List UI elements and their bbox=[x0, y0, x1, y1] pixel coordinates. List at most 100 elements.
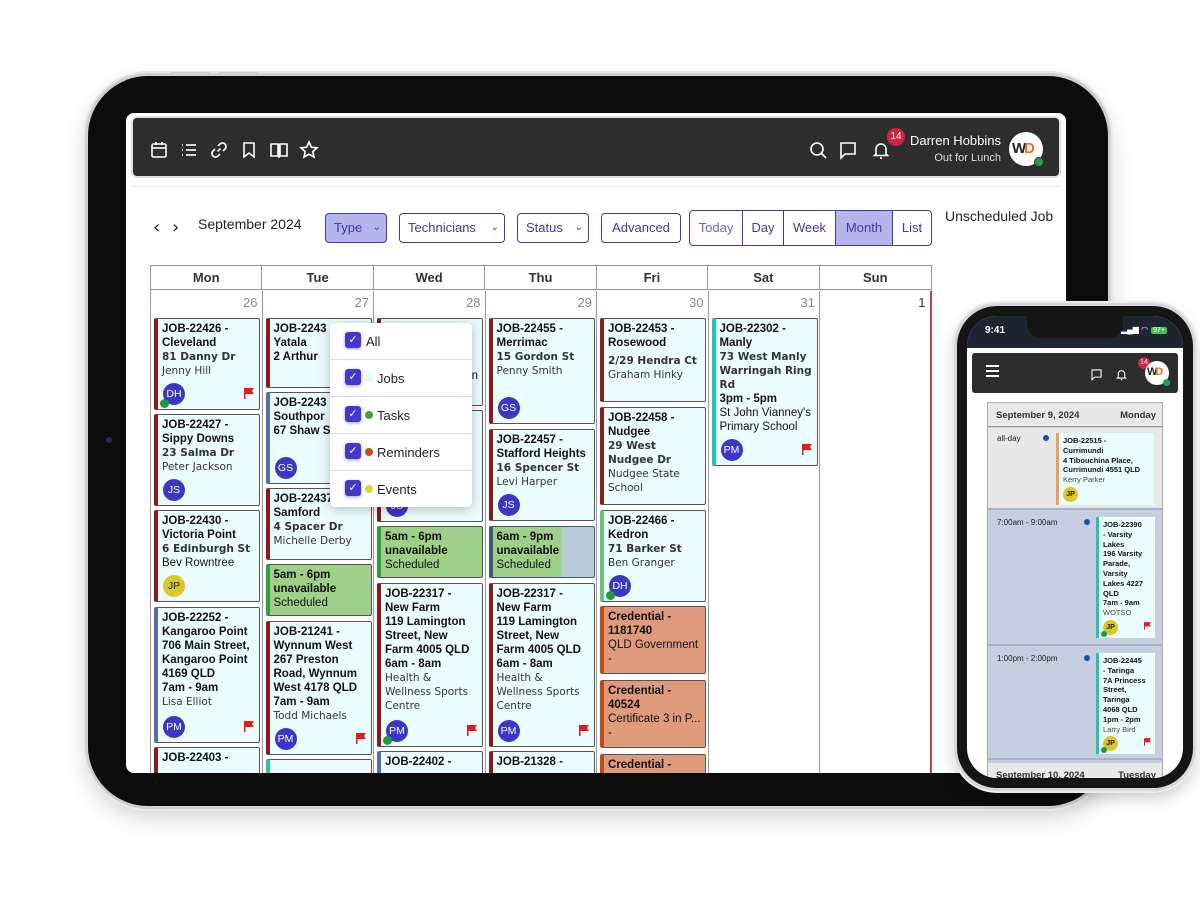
star-icon[interactable] bbox=[299, 140, 319, 160]
technician-avatar[interactable]: JP bbox=[1101, 736, 1118, 754]
link-icon[interactable] bbox=[209, 140, 229, 160]
unavailable-event-card[interactable]: 6am - 9pm unavailable Scheduled bbox=[488, 526, 595, 578]
type-option-all[interactable]: ✓ All bbox=[330, 323, 472, 360]
day-column-thu[interactable]: 29 JOB-22455 - Merrimac 15 Gordon St Pen… bbox=[486, 291, 597, 773]
job-event-card[interactable]: JOB-22402 - bbox=[377, 751, 483, 773]
type-option-jobs[interactable]: ✓ Jobs bbox=[330, 360, 472, 397]
day-column-fri[interactable]: 30 JOB-22453 - Rosewood 2/29 Hendra Ct G… bbox=[597, 291, 709, 773]
technician-avatar[interactable]: JP bbox=[1063, 486, 1078, 502]
checkbox-checked[interactable]: ✓ bbox=[345, 406, 361, 422]
search-icon[interactable] bbox=[808, 140, 828, 160]
type-option-tasks[interactable]: ✓ Tasks bbox=[330, 397, 472, 434]
job-event-card[interactable]: JOB-22457 - Stafford Heights 16 Spencer … bbox=[488, 429, 595, 521]
technician-avatar[interactable]: JP bbox=[163, 575, 185, 597]
job-event-card[interactable]: JOB-22317 - New Farm 119 Lamington Stree… bbox=[488, 583, 595, 747]
book-icon[interactable] bbox=[269, 140, 289, 160]
job-event-card[interactable]: JOB-22427 - Sippy Downs 23 Salma Dr Pete… bbox=[154, 414, 260, 506]
checkbox-checked[interactable]: ✓ bbox=[345, 443, 361, 459]
job-line: QLD bbox=[1103, 588, 1119, 598]
agenda-row[interactable]: 1:00pm - 2:00pm JOB-22445 - Taringa 7A P… bbox=[988, 648, 1162, 760]
job-contact: Jenny Hill bbox=[162, 365, 212, 377]
agenda-job-card[interactable]: JOB-22445 - Taringa 7A Princess Street, … bbox=[1096, 653, 1155, 755]
day-view-button[interactable]: Day bbox=[743, 211, 784, 245]
agenda-row[interactable]: 7:00am - 9:00am JOB-22390 - Varsity Lake… bbox=[988, 512, 1162, 646]
agenda-row[interactable]: all-day JOB-22515 - Currimundi 4 Tibouch… bbox=[988, 428, 1162, 510]
user-avatar[interactable]: WD bbox=[1009, 132, 1044, 167]
checkbox-checked[interactable]: ✓ bbox=[345, 480, 361, 496]
list-view-button[interactable]: List bbox=[893, 211, 931, 245]
checkbox-checked[interactable]: ✓ bbox=[345, 369, 361, 385]
job-event-card[interactable]: JOB-22317 - New Farm 119 Lamington Stree… bbox=[377, 583, 483, 747]
technician-avatar[interactable]: JP bbox=[1101, 619, 1118, 637]
day-column-sun[interactable]: 1 bbox=[820, 291, 932, 773]
credential-issuer: QLD Government bbox=[608, 639, 699, 651]
technician-avatar[interactable]: GS bbox=[274, 457, 297, 479]
job-event-card[interactable] bbox=[265, 759, 372, 773]
unavailable-event-card[interactable]: 5am - 6pm unavailable Scheduled bbox=[265, 564, 372, 616]
prev-month-button[interactable]: ‹ bbox=[153, 217, 160, 238]
technician-avatar[interactable]: PM bbox=[383, 720, 408, 745]
chat-icon[interactable] bbox=[838, 140, 858, 160]
technician-avatar[interactable]: DH bbox=[606, 575, 631, 600]
online-status-dot bbox=[606, 591, 615, 600]
tablet-camera bbox=[106, 437, 112, 443]
credential-event-card[interactable]: Credential - bbox=[600, 754, 706, 773]
bookmark-icon[interactable] bbox=[239, 140, 259, 160]
bell-icon[interactable] bbox=[871, 140, 891, 160]
month-view-button[interactable]: Month bbox=[836, 211, 893, 245]
technician-avatar[interactable]: PM bbox=[720, 439, 743, 461]
agenda-job-card[interactable]: JOB-22515 - Currimundi 4 Tibouchina Plac… bbox=[1056, 433, 1154, 505]
agenda-job-card[interactable]: JOB-22390 - Varsity Lakes 196 Varsity Pa… bbox=[1096, 517, 1155, 638]
unavailable-event-card[interactable]: 5am - 6pm unavailable Scheduled bbox=[377, 526, 483, 578]
calendar-icon[interactable] bbox=[149, 140, 169, 160]
week-view-button[interactable]: Week bbox=[784, 211, 836, 245]
job-contact: Bev Rowntree bbox=[162, 557, 235, 569]
credential-event-card[interactable]: Credential - 40524 Certificate 3 in P...… bbox=[600, 680, 706, 748]
job-event-card[interactable]: JOB-22458 - Nudgee 29 West Nudgee Dr Nud… bbox=[600, 407, 706, 505]
technician-avatar[interactable]: DH bbox=[160, 383, 185, 408]
job-title: JOB-22457 - Stafford Heights bbox=[496, 434, 586, 460]
today-button[interactable]: Today bbox=[690, 211, 743, 245]
credential-event-card[interactable]: Credential - 1181740 QLD Government - bbox=[600, 606, 706, 674]
next-month-button[interactable]: › bbox=[172, 217, 179, 238]
user-name[interactable]: Darren Hobbins bbox=[910, 133, 1001, 148]
checkbox-checked[interactable]: ✓ bbox=[345, 332, 361, 348]
job-event-card[interactable]: JOB-22453 - Rosewood 2/29 Hendra Ct Grah… bbox=[600, 318, 706, 402]
weekday-header: Wed bbox=[374, 266, 486, 289]
phone-screen: 9:41 ▂▄▆ ◠ 97+ 14 WD September 9, 2024 Mo… bbox=[967, 316, 1183, 778]
chat-icon[interactable] bbox=[1090, 366, 1103, 381]
job-contact: Lisa Elliot bbox=[162, 696, 212, 708]
technician-avatar[interactable]: PM bbox=[497, 720, 520, 742]
user-avatar[interactable]: WD bbox=[1145, 361, 1170, 386]
job-event-card[interactable]: JOB-22252 - Kangaroo Point 706 Main Stre… bbox=[154, 607, 260, 743]
job-event-card[interactable]: JOB-22403 - bbox=[154, 747, 260, 773]
job-event-card[interactable]: JOB-21241 - Wynnum West 267 Preston Road… bbox=[265, 621, 372, 755]
technician-avatar[interactable]: PM bbox=[163, 716, 185, 738]
day-column-sat[interactable]: 31 JOB-22302 - Manly 73 West Manly Warri… bbox=[709, 291, 820, 773]
list-icon[interactable] bbox=[179, 140, 199, 160]
type-option-events[interactable]: ✓ Events bbox=[330, 471, 472, 508]
hamburger-menu-icon[interactable] bbox=[986, 365, 999, 377]
job-event-card[interactable]: JOB-21328 - bbox=[488, 751, 595, 773]
day-column-mon[interactable]: 26 JOB-22426 - Cleveland 81 Danny Dr Jen… bbox=[151, 291, 263, 773]
job-event-card[interactable]: JOB-22466 - Kedron 71 Barker St Ben Gran… bbox=[600, 510, 706, 602]
type-filter-dropdown[interactable]: Type ⌄ bbox=[325, 213, 387, 243]
jobs-color-dot bbox=[365, 374, 373, 382]
job-event-card[interactable]: JOB-22302 - Manly 73 West Manly Warringa… bbox=[711, 318, 818, 466]
job-event-card[interactable]: JOB-22426 - Cleveland 81 Danny Dr Jenny … bbox=[154, 318, 260, 410]
agenda-day-header: September 9, 2024 Monday bbox=[988, 403, 1162, 427]
technician-avatar[interactable]: JS bbox=[497, 494, 520, 516]
status-filter-dropdown[interactable]: Status ⌄ bbox=[517, 213, 589, 243]
technician-avatar[interactable]: PM bbox=[274, 728, 297, 750]
technicians-filter-dropdown[interactable]: Technicians ⌄ bbox=[399, 213, 505, 243]
job-event-card[interactable]: JOB-22430 - Victoria Point 6 Edinburgh S… bbox=[154, 510, 260, 602]
type-option-reminders[interactable]: ✓ Reminders bbox=[330, 434, 472, 471]
tablet-button bbox=[170, 72, 210, 76]
technician-avatar[interactable]: JS bbox=[163, 479, 185, 501]
technician-avatar[interactable]: GS bbox=[497, 397, 520, 419]
unavailable-title: 6am - 9pm unavailable bbox=[496, 531, 560, 557]
bell-icon[interactable] bbox=[1115, 366, 1128, 381]
job-event-card[interactable]: JOB-22455 - Merrimac 15 Gordon St Penny … bbox=[488, 318, 595, 424]
advanced-filter-button[interactable]: Advanced bbox=[601, 213, 681, 243]
job-address: 23 Salma Dr bbox=[162, 447, 235, 459]
